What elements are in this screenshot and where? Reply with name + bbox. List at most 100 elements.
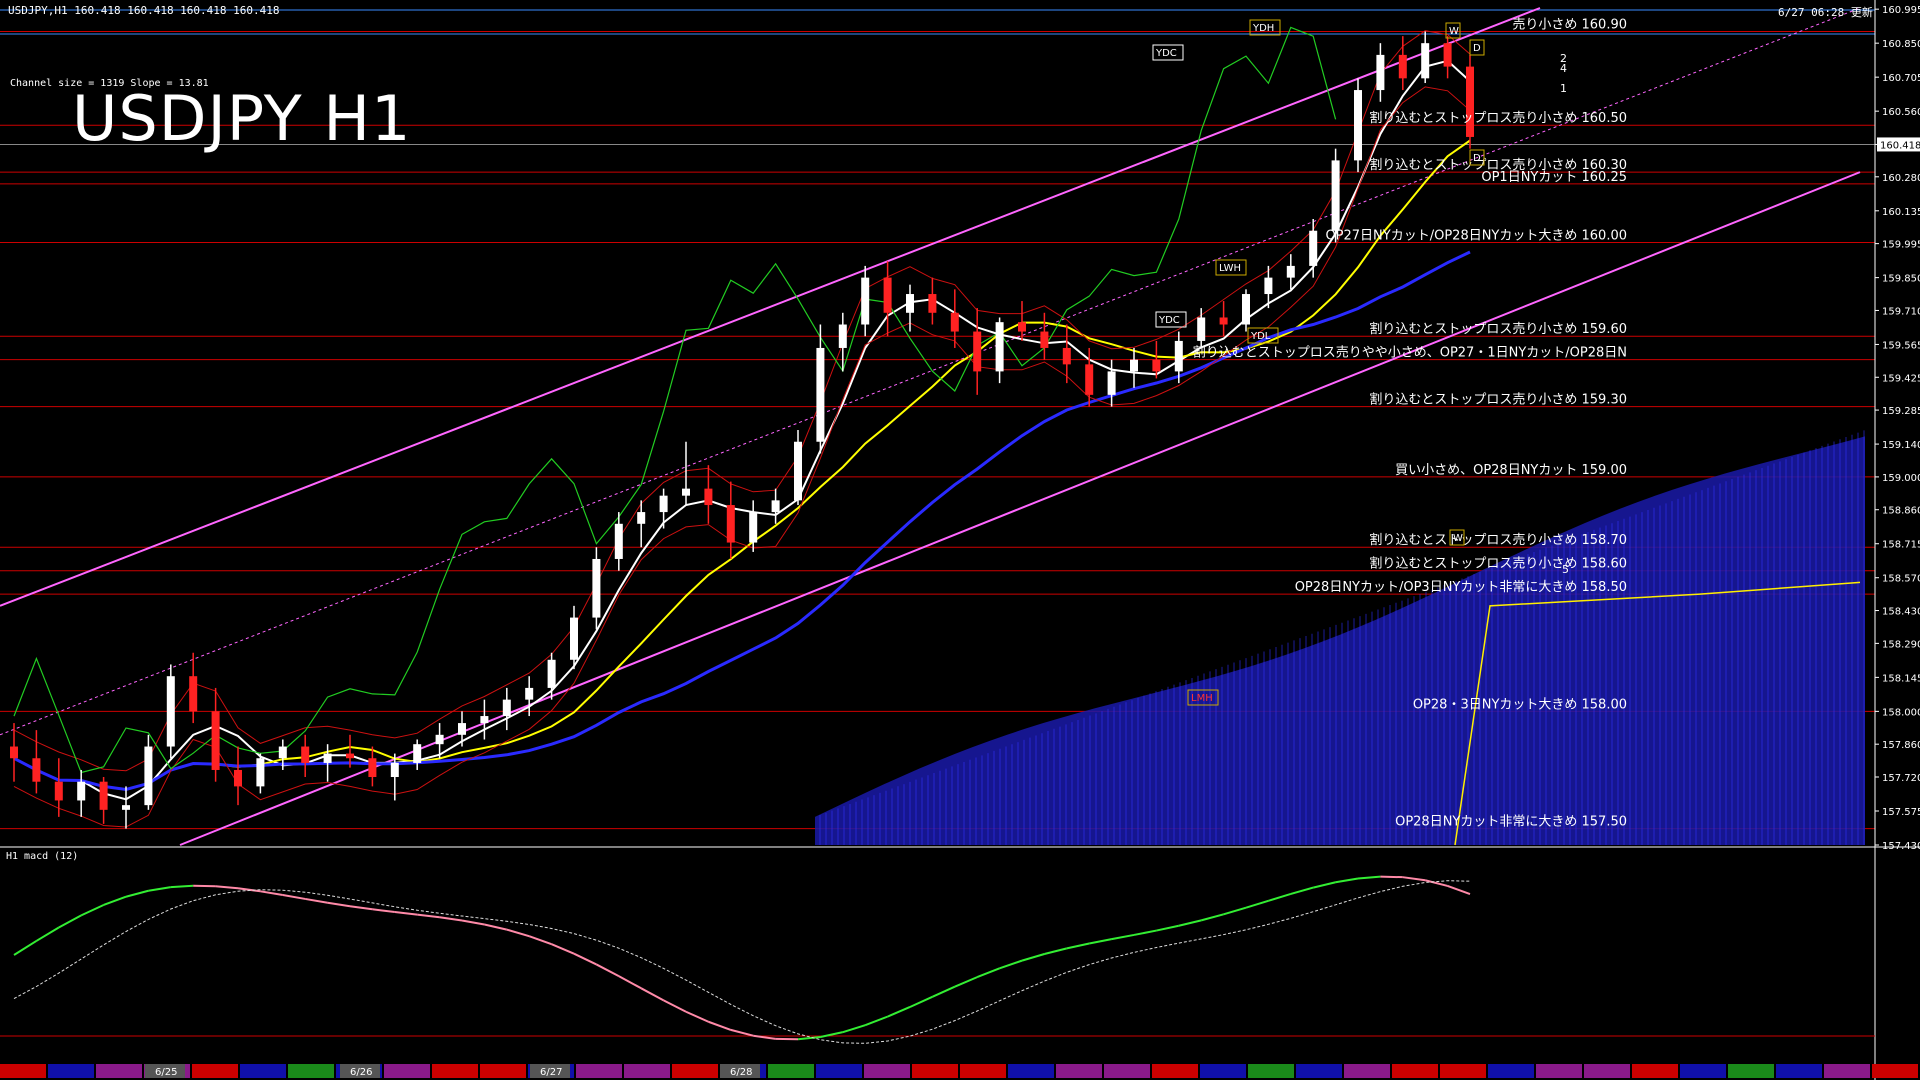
tag-label: LMH: [1191, 693, 1213, 704]
date-bar-segment: [1824, 1064, 1870, 1078]
date-bar-segment: [1632, 1064, 1678, 1078]
candle-body: [794, 441, 802, 501]
axis-tick-label: 158.715: [1882, 540, 1920, 551]
date-bar-segment: [864, 1064, 910, 1078]
candle-body: [570, 617, 578, 660]
date-bar-segment: [960, 1064, 1006, 1078]
candle-body: [413, 744, 422, 763]
date-bar-segment: [1680, 1064, 1726, 1078]
candle-body: [1197, 317, 1206, 341]
axis-tick-label: 159.710: [1882, 306, 1920, 317]
axis-tick-label: 157.575: [1882, 807, 1920, 818]
date-bar-segment: [1440, 1064, 1486, 1078]
candle-body: [301, 746, 310, 763]
level-label: OP1日NYカット 160.25: [1481, 170, 1627, 185]
macd-segment: [1380, 875, 1403, 879]
date-bar-segment: [1488, 1064, 1534, 1078]
date-bar-segment: [1200, 1064, 1246, 1078]
candle-body: [1174, 340, 1183, 372]
axis-tick-label: 158.430: [1882, 607, 1920, 618]
tag-label: W: [1449, 26, 1459, 37]
candle-body: [1152, 359, 1161, 372]
candle-body: [637, 512, 646, 524]
candle-body: [435, 734, 444, 745]
candle-body: [1107, 371, 1116, 395]
candle-body: [323, 753, 332, 763]
candle-body: [1242, 294, 1250, 325]
candle-body: [1421, 43, 1430, 79]
axis-tick-label: 157.720: [1882, 773, 1920, 784]
candle-body: [480, 716, 489, 724]
date-bar-segment: [192, 1064, 238, 1078]
date-bar-segment: [912, 1064, 958, 1078]
date-bar-segment: [1008, 1064, 1054, 1078]
candle-body: [54, 781, 63, 801]
date-bar-segment: [1248, 1064, 1294, 1078]
candle-body: [1018, 322, 1026, 332]
date-label: 6/25: [155, 1067, 177, 1078]
candle-body: [10, 746, 18, 759]
tag-label: LWH: [1219, 263, 1241, 274]
date-bar-segment: [1344, 1064, 1390, 1078]
level-label: 買い小さめ、OP28日NYカット 159.00: [1395, 463, 1627, 478]
date-bar-segment: [576, 1064, 622, 1078]
date-bar-segment: [1728, 1064, 1774, 1078]
candle-body: [1040, 331, 1049, 348]
date-bar-segment: [1152, 1064, 1198, 1078]
price-chart: 売り小さめ 160.90 割り込むとストップロス売り小さめ 160.50 割り込むと…: [0, 0, 1920, 1080]
candle-body: [861, 277, 870, 325]
candle-body: [1219, 317, 1228, 325]
candle-body: [906, 294, 914, 313]
candle-body: [973, 331, 982, 372]
axis-tick-label: 158.290: [1882, 639, 1920, 650]
candle-body: [1286, 265, 1295, 278]
date-bar-segment: [1056, 1064, 1102, 1078]
date-bar-segment: [240, 1064, 286, 1078]
candle-body: [950, 312, 959, 332]
candle-body: [234, 769, 242, 787]
candle-body: [166, 676, 175, 747]
date-label: 6/28: [730, 1067, 752, 1078]
axis-tick-label: 160.135: [1882, 207, 1920, 218]
axis-tick-label: 160.850: [1882, 39, 1920, 50]
date-bar-segment: [816, 1064, 862, 1078]
tag-label: YDH: [1252, 23, 1274, 34]
candle-body: [1062, 347, 1071, 365]
axis-tick-label: 159.285: [1882, 406, 1920, 417]
candle-body: [592, 558, 601, 618]
level-label: OP28・3日NYカット大きめ 158.00: [1413, 697, 1627, 712]
candle-body: [77, 781, 86, 801]
axis-tick-label: 159.565: [1882, 340, 1920, 351]
level-label: 売り小さめ 160.90: [1512, 16, 1627, 32]
level-label: OP28日NYカット/OP3日NYカット非常に大きめ 158.50: [1295, 580, 1627, 595]
update-timestamp: 6/27 06:28 更新: [1778, 6, 1873, 19]
candle-body: [816, 347, 825, 442]
date-label: 6/27: [540, 1067, 562, 1078]
date-bar-segment: [432, 1064, 478, 1078]
axis-tick-label: 160.705: [1882, 73, 1920, 84]
date-bar-segment: [48, 1064, 94, 1078]
candle-body: [256, 758, 265, 787]
date-bar-segment: [1584, 1064, 1630, 1078]
level-label: 割り込むとストップロス売り小さめ 159.30: [1369, 392, 1627, 408]
candle-body: [928, 294, 937, 313]
level-label: OP27日NYカット/OP28日NYカット大きめ 160.00: [1325, 228, 1627, 243]
candle-body: [704, 488, 713, 506]
candle-body: [838, 324, 847, 348]
projection-label: 1: [1560, 82, 1567, 95]
date-bar-segment: [1536, 1064, 1582, 1078]
date-bar-segment: [288, 1064, 334, 1078]
date-bar-segment: [480, 1064, 526, 1078]
level-label: OP28日NYカット非常に大きめ 157.50: [1395, 815, 1627, 830]
date-bar-segment: [1104, 1064, 1150, 1078]
candle-body: [749, 512, 758, 543]
axis-tick-label: 159.000: [1882, 473, 1920, 484]
axis-tick-label: 159.995: [1882, 240, 1920, 251]
axis-tick-label: 158.570: [1882, 574, 1920, 585]
candle-body: [278, 746, 287, 759]
candle-body: [346, 753, 354, 759]
candle-body: [1376, 54, 1385, 91]
candle-body: [995, 322, 1004, 372]
tag-label: YDC: [1158, 315, 1180, 326]
candle-body: [726, 505, 735, 543]
